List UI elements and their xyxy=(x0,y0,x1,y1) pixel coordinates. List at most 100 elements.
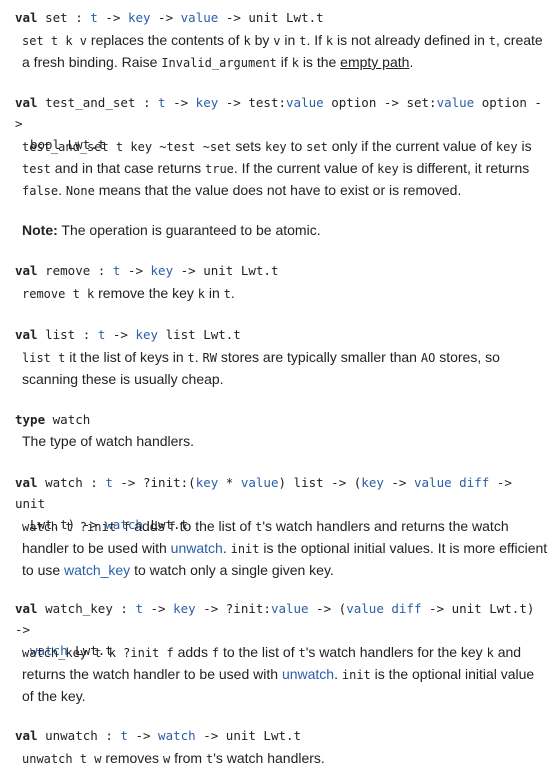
type-ref: key xyxy=(127,10,151,25)
arrow: -> xyxy=(158,10,174,25)
type-ref: t xyxy=(105,475,113,490)
colon: : xyxy=(90,475,98,490)
text: to xyxy=(290,138,303,154)
note-text: The operation is guaranteed to be atomic… xyxy=(61,222,321,238)
type-ref: value xyxy=(286,95,324,110)
colon: : xyxy=(82,327,91,342)
api-doc: val set : t -> key -> value -> unit Lwt.… xyxy=(0,0,554,769)
code: RW xyxy=(202,351,217,365)
desc-list: list t it the list of keys in t. RW stor… xyxy=(22,347,548,390)
arrow: -> xyxy=(150,601,166,616)
text: . If xyxy=(306,32,322,48)
label: test: xyxy=(248,95,287,110)
value-name: test_and_set xyxy=(45,95,136,110)
code: false xyxy=(22,184,59,198)
type-text: option -> xyxy=(331,95,399,110)
code: f xyxy=(168,520,176,534)
text: . xyxy=(58,182,63,198)
type-text: ) list -> ( xyxy=(278,475,362,490)
type-ref: value xyxy=(436,95,475,110)
text: is the xyxy=(302,54,337,70)
colon: : xyxy=(142,95,151,110)
arrow: -> xyxy=(105,10,121,25)
text: to watch only a single given key. xyxy=(134,562,334,578)
note-label: Note: xyxy=(22,222,58,238)
text: is xyxy=(521,138,532,154)
code: init xyxy=(230,542,260,556)
unwatch-link[interactable]: unwatch xyxy=(171,540,223,556)
text: if xyxy=(280,54,288,70)
code: Invalid_argument xyxy=(161,56,277,70)
type-ref: key xyxy=(150,263,174,278)
code: key xyxy=(377,162,399,176)
code: key xyxy=(264,140,287,154)
type-ref: value diff xyxy=(414,475,490,490)
text: remove the key xyxy=(98,285,194,301)
watch-key-link[interactable]: watch_key xyxy=(64,562,130,578)
text: 's watch handlers for the key xyxy=(305,644,483,660)
arrow: -> xyxy=(496,475,512,490)
keyword: val xyxy=(15,327,38,342)
arrow: -> xyxy=(112,327,128,342)
arrow: -> xyxy=(180,263,196,278)
code: test xyxy=(22,162,51,176)
label: ?init:( xyxy=(143,475,196,490)
type-ref: t xyxy=(112,263,121,278)
code: true xyxy=(205,162,234,176)
text: is different, it returns xyxy=(402,160,530,176)
code: k xyxy=(197,287,205,301)
text: in xyxy=(208,285,220,301)
type-ref: key xyxy=(195,475,219,490)
value-name: list xyxy=(45,327,76,342)
keyword: type xyxy=(15,412,46,427)
keyword: val xyxy=(15,95,38,110)
code: t xyxy=(223,287,231,301)
text: it the list of keys in xyxy=(69,349,184,365)
code: None xyxy=(65,184,95,198)
note: Note: The operation is guaranteed to be … xyxy=(22,220,548,241)
arrow: -> xyxy=(127,263,143,278)
type-ref: value diff xyxy=(346,601,422,616)
text: . xyxy=(230,285,235,301)
spec-remove: val remove : t -> key -> unit Lwt.t xyxy=(15,260,545,281)
type-ref: key xyxy=(135,327,159,342)
spec-unwatch: val unwatch : t -> watch -> unit Lwt.t xyxy=(15,725,545,746)
arrow: -> xyxy=(120,475,136,490)
desc-remove: remove t k remove the key k in t. xyxy=(22,283,548,305)
type-text: -> ?init: xyxy=(203,601,271,616)
type-name: watch xyxy=(52,412,91,427)
colon: : xyxy=(105,728,113,743)
text: sets xyxy=(235,138,262,154)
code: t xyxy=(187,351,195,365)
value-name: watch xyxy=(45,475,83,490)
type-ref: key xyxy=(195,95,219,110)
empty-path-link[interactable]: empty path xyxy=(340,54,409,70)
text: . xyxy=(194,349,199,365)
desc-unwatch: unwatch t w removes w from t's watch han… xyxy=(22,748,548,770)
colon: : xyxy=(120,601,128,616)
text: removes xyxy=(105,750,160,766)
desc-watch: watch t ?init f adds f to the list of t'… xyxy=(22,516,548,581)
desc-type-watch: The type of watch handlers. xyxy=(22,431,548,452)
code: v xyxy=(273,34,281,48)
type-ref: value xyxy=(270,601,309,616)
text: . If the current value of xyxy=(233,160,374,176)
colon: : xyxy=(97,263,106,278)
keyword: val xyxy=(15,263,38,278)
unwatch-link[interactable]: unwatch xyxy=(282,666,334,682)
keyword: val xyxy=(15,10,38,25)
type-ref: watch xyxy=(158,728,196,743)
type-ref: t xyxy=(120,728,128,743)
type-ref: t xyxy=(97,327,106,342)
text: in xyxy=(284,32,296,48)
code: watch_key t k ?init f xyxy=(22,646,174,660)
type-ref: t xyxy=(135,601,143,616)
code: k xyxy=(291,56,299,70)
code: list t xyxy=(22,351,66,365)
text: stores are typically smaller than xyxy=(220,349,417,365)
text: . xyxy=(334,666,338,682)
text: to the list of xyxy=(179,518,252,534)
code: k xyxy=(243,34,251,48)
type-ref: value xyxy=(180,10,219,25)
code: init xyxy=(341,668,371,682)
